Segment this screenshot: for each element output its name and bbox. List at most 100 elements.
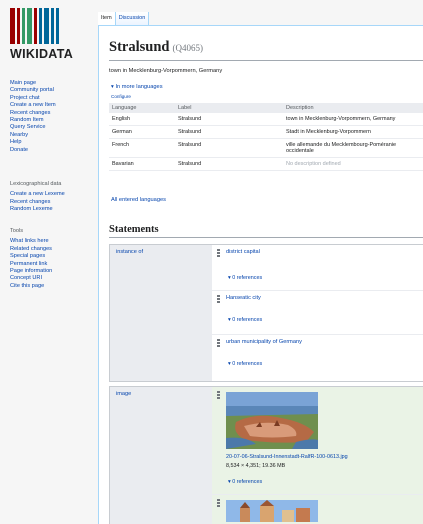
sidebar-nav-link[interactable]: Create a new Item — [10, 102, 98, 109]
row-description: town in Mecklenburg-Vorpommern, Germany — [283, 113, 423, 126]
more-languages-toggle[interactable]: ▾ In more languages — [111, 84, 163, 90]
references-label: 0 references — [232, 361, 263, 367]
logo-text: WIKIDATA — [10, 47, 74, 61]
sidebar-tool-link[interactable]: Page information — [10, 268, 98, 275]
sidebar-lexeme-link[interactable]: Random Lexeme — [10, 206, 98, 213]
sidebar-tool-link[interactable]: Cite this page — [10, 283, 98, 290]
lexeme-heading: Lexicographical data — [10, 181, 62, 187]
entity-description: town in Mecklenburg-Vorpommern, Germany — [109, 68, 223, 74]
row-description: Stadt in Mecklenburg-Vorpommern — [283, 125, 423, 139]
main-content: Stralsund (Q4065) town in Mecklenburg-Vor… — [98, 25, 423, 524]
image-file-link[interactable]: 20-07-06-Stralsund-Innenstadt-RalfR-100-… — [226, 454, 348, 460]
wikidata-logo[interactable]: WIKIDATA — [10, 8, 90, 66]
sidebar-nav-link[interactable]: Community portal — [10, 87, 98, 94]
row-language: German — [109, 125, 175, 139]
sidebar-nav-link[interactable]: Project chat — [10, 95, 98, 102]
statement-values: district capital ▾ 0 references Hanseati… — [212, 245, 423, 381]
references-toggle[interactable]: ▾ 0 references — [228, 361, 262, 367]
logo-bar — [10, 8, 15, 44]
property-instance-of[interactable]: instance of — [110, 245, 212, 381]
header-label: Label — [175, 103, 283, 113]
table-row: French Stralsund ville allemande du Meck… — [109, 138, 423, 158]
row-label: Stralsund — [175, 157, 283, 171]
tab-discussion[interactable]: Discussion — [115, 12, 150, 26]
logo-bar — [27, 8, 32, 44]
property-image[interactable]: image — [110, 387, 212, 524]
stralsund-photo-thumbnail[interactable] — [226, 500, 318, 522]
sidebar-nav-link[interactable]: Query Service — [10, 124, 98, 131]
language-table: Language Label Description English Stral… — [109, 103, 423, 171]
rank-selector-icon[interactable] — [217, 499, 220, 507]
value-link[interactable]: urban municipality of Germany — [226, 339, 302, 345]
entity-label: Stralsund — [109, 39, 170, 55]
more-languages-label: In more languages — [115, 84, 163, 90]
sidebar: WIKIDATA Main page Community portal Projec… — [0, 0, 98, 524]
row-language: Bavarian — [109, 157, 175, 171]
table-row: German Stralsund Stadt in Mecklenburg-Vo… — [109, 125, 423, 139]
language-table-header: Language Label Description — [109, 103, 423, 113]
value-link[interactable]: Hanseatic city — [226, 295, 261, 301]
logo-bar — [44, 8, 49, 44]
sidebar-nav-link[interactable]: Nearby — [10, 132, 98, 139]
references-label: 0 references — [232, 479, 263, 485]
sidebar-tool-link[interactable]: Special pages — [10, 253, 98, 260]
sidebar-nav-link[interactable]: Main page — [10, 80, 98, 87]
rank-selector-icon[interactable] — [217, 295, 220, 303]
tab-item[interactable]: Item — [98, 12, 116, 26]
sidebar-tool-link[interactable]: Concept URI — [10, 275, 98, 282]
statement-value: district capital ▾ 0 references — [212, 245, 423, 291]
configure-link[interactable]: Configure — [111, 94, 131, 99]
references-label: 0 references — [232, 275, 263, 281]
logo-bar — [22, 8, 25, 44]
references-toggle[interactable]: ▾ 0 references — [228, 317, 262, 323]
lexeme-navigation: Lexicographical data Create a new Lexeme… — [10, 181, 98, 214]
logo-bar — [17, 8, 20, 44]
sidebar-nav-link[interactable]: Recent changes — [10, 110, 98, 117]
logo-bar — [39, 8, 42, 44]
sidebar-nav-link[interactable]: Random Item — [10, 117, 98, 124]
row-language: French — [109, 138, 175, 158]
tools-heading: Tools — [10, 228, 24, 234]
all-languages-link[interactable]: All entered languages — [111, 197, 166, 203]
value-link[interactable]: district capital — [226, 249, 260, 255]
table-row: Bavarian Stralsund No description define… — [109, 157, 423, 171]
rank-selector-icon[interactable] — [217, 339, 220, 347]
statement-value: urban municipality of Germany ▾ 0 refere… — [212, 335, 423, 381]
row-label: Stralsund — [175, 125, 283, 139]
sidebar-nav-link[interactable]: Donate — [10, 147, 98, 154]
row-description: ville allemande du Mecklembourg-Pomérani… — [283, 138, 423, 158]
header-language: Language — [109, 103, 175, 113]
header-description: Description — [283, 103, 423, 113]
statement-value — [212, 495, 423, 524]
statements-heading: Statements — [109, 224, 423, 238]
page-title: Stralsund (Q4065) — [109, 38, 423, 61]
row-language: English — [109, 113, 175, 126]
logo-bar — [56, 8, 59, 44]
table-row: English Stralsund town in Mecklenburg-Vo… — [109, 113, 423, 126]
sidebar-lexeme-link[interactable]: Create a new Lexeme — [10, 191, 98, 198]
row-description: No description defined — [283, 157, 423, 171]
sidebar-nav-link[interactable]: Help — [10, 139, 98, 146]
rank-selector-icon[interactable] — [217, 249, 220, 257]
tools-navigation: Tools What links here Related changes Spec… — [10, 228, 98, 290]
statement-group-image: image 20-07-06-Stralsund-Innenstadt-Ralf… — [109, 386, 423, 524]
statement-values: 20-07-06-Stralsund-Innenstadt-RalfR-100-… — [212, 387, 423, 524]
sidebar-tool-link[interactable]: Permanent link — [10, 261, 98, 268]
logo-barcode-icon — [10, 8, 90, 44]
page-tabs: Item Discussion — [98, 12, 150, 26]
sidebar-tool-link[interactable]: Related changes — [10, 246, 98, 253]
sidebar-tool-link[interactable]: What links here — [10, 238, 98, 245]
sidebar-lexeme-link[interactable]: Recent changes — [10, 199, 98, 206]
statement-value: Hanseatic city ▾ 0 references — [212, 291, 423, 335]
statement-value: 20-07-06-Stralsund-Innenstadt-RalfR-100-… — [212, 387, 423, 495]
stralsund-aerial-photo[interactable] — [226, 392, 318, 449]
references-toggle[interactable]: ▾ 0 references — [228, 479, 262, 485]
rank-selector-icon[interactable] — [217, 391, 220, 399]
image-file-meta: 8,534 × 4,351; 19.36 MB — [226, 463, 286, 469]
row-label: Stralsund — [175, 113, 283, 126]
logo-bar — [51, 8, 54, 44]
references-toggle[interactable]: ▾ 0 references — [228, 275, 262, 281]
statement-group-instance-of: instance of district capital ▾ 0 referen… — [109, 244, 423, 382]
logo-bar — [34, 8, 37, 44]
row-label: Stralsund — [175, 138, 283, 158]
